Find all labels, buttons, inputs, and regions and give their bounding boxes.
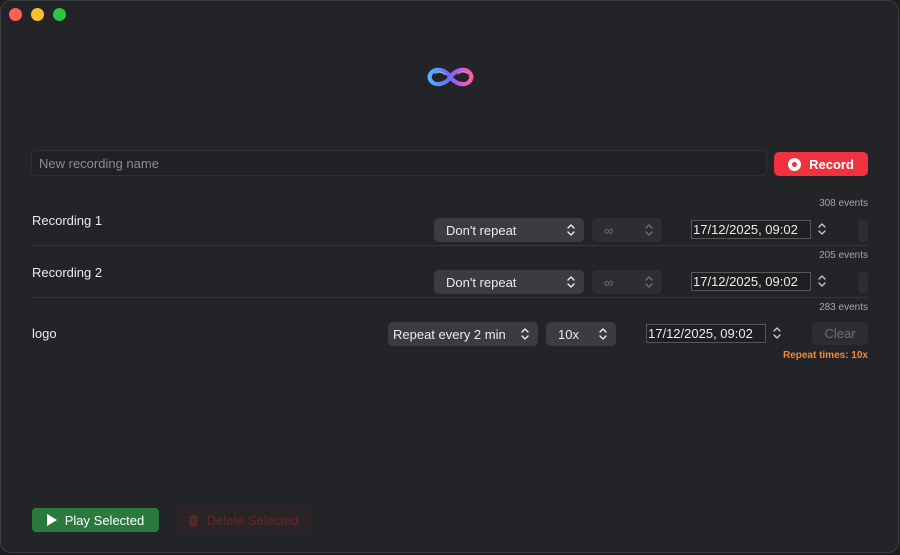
- clear-button[interactable]: Clear: [812, 322, 868, 345]
- clear-button-label: Clear: [824, 326, 856, 341]
- event-count: 283 events: [819, 302, 868, 313]
- datetime-stepper-icon[interactable]: [817, 273, 827, 289]
- repeat-select[interactable]: Don't repeat: [434, 218, 584, 242]
- chevron-up-down-icon: [567, 276, 575, 288]
- times-select-value: ∞: [604, 274, 614, 290]
- schedule-datetime-field[interactable]: 17/12/2025, 09:02: [691, 272, 811, 291]
- datetime-stepper-icon[interactable]: [817, 221, 827, 237]
- repeat-select[interactable]: Don't repeat: [434, 270, 584, 294]
- times-select[interactable]: ∞: [592, 218, 662, 242]
- app-window: Record 308 events Recording 1 Don't repe…: [0, 0, 899, 553]
- schedule-datetime-value: 17/12/2025, 09:02: [693, 222, 798, 237]
- schedule-datetime-value: 17/12/2025, 09:02: [693, 274, 798, 289]
- chevron-up-down-icon: [521, 328, 529, 340]
- repeat-select-value: Don't repeat: [446, 274, 517, 290]
- infinity-logo-icon: [427, 67, 474, 87]
- times-select-value: ∞: [604, 222, 614, 238]
- times-select-value: 10x: [558, 326, 579, 342]
- window-controls: [9, 8, 66, 21]
- clear-button[interactable]: [858, 219, 868, 242]
- recording-name: logo: [32, 326, 57, 341]
- schedule-datetime-field[interactable]: 17/12/2025, 09:02: [646, 324, 766, 343]
- delete-selected-label: Delete Selected: [206, 512, 299, 528]
- repeat-times-note: Repeat times: 10x: [782, 350, 868, 361]
- recording-name-input[interactable]: [31, 150, 767, 176]
- chevron-up-down-icon: [567, 224, 575, 236]
- record-icon: [788, 157, 802, 171]
- recording-name: Recording 1: [32, 213, 103, 228]
- chevron-up-down-icon: [645, 224, 653, 236]
- chevron-up-down-icon: [599, 328, 607, 340]
- maximize-window-button[interactable]: [53, 8, 66, 21]
- recording-name: Recording 2: [32, 265, 103, 280]
- times-select[interactable]: ∞: [592, 270, 662, 294]
- play-selected-button[interactable]: Play Selected: [32, 508, 159, 532]
- repeat-select[interactable]: Repeat every 2 min: [388, 322, 538, 346]
- delete-selected-button[interactable]: Delete Selected: [173, 508, 313, 532]
- close-window-button[interactable]: [9, 8, 22, 21]
- record-button[interactable]: Record: [774, 152, 868, 176]
- play-icon: [46, 514, 57, 526]
- trash-icon: [188, 514, 198, 527]
- row-divider: [31, 297, 868, 298]
- repeat-select-value: Repeat every 2 min: [393, 326, 506, 342]
- play-selected-label: Play Selected: [64, 512, 145, 528]
- minimize-window-button[interactable]: [31, 8, 44, 21]
- row-divider: [31, 245, 868, 246]
- times-select[interactable]: 10x: [546, 322, 616, 346]
- record-button-label: Record: [809, 156, 854, 172]
- schedule-datetime-field[interactable]: 17/12/2025, 09:02: [691, 220, 811, 239]
- datetime-stepper-icon[interactable]: [772, 325, 782, 341]
- clear-button[interactable]: [858, 271, 868, 294]
- chevron-up-down-icon: [645, 276, 653, 288]
- event-count: 308 events: [819, 198, 868, 209]
- schedule-datetime-value: 17/12/2025, 09:02: [648, 326, 753, 341]
- event-count: 205 events: [819, 250, 868, 261]
- repeat-select-value: Don't repeat: [446, 222, 517, 238]
